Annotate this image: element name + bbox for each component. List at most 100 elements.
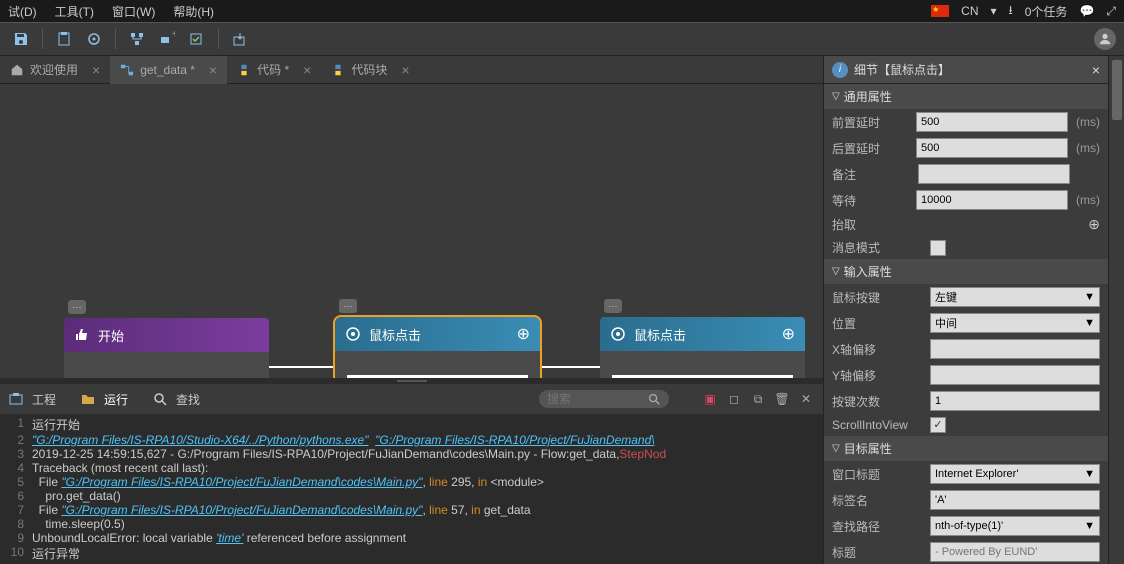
refresh-button[interactable]: [81, 26, 107, 52]
count-label: 按键次数: [832, 393, 922, 410]
xoff-label: X轴偏移: [832, 341, 922, 358]
svg-text:+: +: [172, 31, 175, 40]
python-icon: [331, 63, 345, 77]
search-input-wrapper: [539, 390, 669, 408]
validate-button[interactable]: [184, 26, 210, 52]
paste-button[interactable]: [51, 26, 77, 52]
flag-icon: [931, 5, 949, 17]
menu-help[interactable]: 帮助(H): [173, 3, 214, 20]
window-title-label: 窗口标题: [832, 466, 922, 483]
title-input[interactable]: [930, 542, 1100, 562]
filter-button[interactable]: ▣: [701, 390, 719, 408]
crosshair-icon[interactable]: ⊕: [1088, 216, 1100, 233]
pre-delay-input[interactable]: [916, 112, 1068, 132]
menu-debug[interactable]: 试(D): [8, 3, 37, 20]
flow-canvas[interactable]: ⋯ 开始 ⋯ 鼠标点击 ⊕ 需求管理: [0, 84, 823, 378]
project-icon: [8, 391, 24, 407]
search-icon[interactable]: [647, 392, 661, 406]
comment-icon[interactable]: 💬: [1079, 4, 1094, 18]
close-panel-button[interactable]: ✕: [797, 390, 815, 408]
home-icon: [10, 63, 24, 77]
tag-label: 标签名: [832, 492, 922, 509]
ms-unit: (ms): [1076, 193, 1100, 207]
folder-icon: [80, 391, 96, 407]
node-action-button[interactable]: 需求管理: [612, 375, 793, 378]
scroll-checkbox[interactable]: [930, 417, 946, 433]
close-icon[interactable]: ×: [92, 62, 100, 78]
node-action-button[interactable]: 需求管理 ›: [347, 375, 528, 378]
pre-delay-label: 前置延时: [832, 114, 908, 131]
save-button[interactable]: [8, 26, 34, 52]
add-node-button[interactable]: +: [154, 26, 180, 52]
vertical-scrollbar[interactable]: [1108, 56, 1124, 564]
stop-button[interactable]: ◻: [725, 390, 743, 408]
yoff-input[interactable]: [930, 365, 1100, 385]
section-input[interactable]: 输入属性: [824, 259, 1108, 284]
lang-label[interactable]: CN: [961, 4, 978, 18]
path-select[interactable]: nth-of-type(1)'▼: [930, 516, 1100, 536]
node-click-1[interactable]: ⋯ 鼠标点击 ⊕ 需求管理 ›: [335, 317, 540, 378]
target-icon: [345, 326, 361, 342]
node-start[interactable]: ⋯ 开始: [64, 318, 269, 378]
export-button[interactable]: [227, 26, 253, 52]
download-icon[interactable]: ⭳: [1009, 1, 1013, 22]
post-delay-input[interactable]: [916, 138, 1068, 158]
tab-welcome[interactable]: 欢迎使用 ×: [0, 56, 110, 84]
node-start-label: 开始: [98, 326, 124, 345]
msg-mode-label: 消息模式: [832, 239, 922, 256]
close-icon[interactable]: ×: [303, 62, 311, 78]
count-input[interactable]: [930, 391, 1100, 411]
console-output[interactable]: 1运行开始2"G:/Program Files/IS-RPA10/Studio-…: [0, 414, 823, 564]
pick-label: 抬取: [832, 216, 922, 233]
menu-window[interactable]: 窗口(W): [112, 3, 155, 20]
menubar: 试(D) 工具(T) 窗口(W) 帮助(H) CN ▾ ⭳ 0个任务 💬 ⤢: [0, 0, 1124, 22]
button-select[interactable]: 左键▼: [930, 287, 1100, 307]
node-click-2[interactable]: ⋯ 鼠标点击 ⊕ 需求管理: [600, 317, 805, 378]
user-avatar[interactable]: [1094, 28, 1116, 50]
properties-panel: i 细节【鼠标点击】 × 通用属性 前置延时 (ms) 后置延时 (ms) 备注: [823, 56, 1108, 564]
close-icon[interactable]: ×: [401, 62, 409, 78]
scroll-label: ScrollIntoView: [832, 418, 922, 432]
bottom-panel: 工程 运行 查找 ▣ ◻ ⧉ 🗑: [0, 384, 823, 564]
plus-icon[interactable]: ⊕: [782, 324, 795, 344]
layout-button[interactable]: [124, 26, 150, 52]
tab-code[interactable]: 代码 * ×: [227, 56, 321, 84]
position-select[interactable]: 中间▼: [930, 313, 1100, 333]
wait-label: 等待: [832, 192, 908, 209]
ms-unit: (ms): [1076, 115, 1100, 129]
window-title-select[interactable]: Internet Explorer'▼: [930, 464, 1100, 484]
ms-unit: (ms): [1076, 141, 1100, 155]
yoff-label: Y轴偏移: [832, 367, 922, 384]
wait-input[interactable]: [916, 190, 1068, 210]
tab-codeblock[interactable]: 代码块 ×: [321, 56, 419, 84]
chevron-down-icon[interactable]: ▾: [991, 4, 997, 18]
tab-getdata[interactable]: get_data * ×: [110, 56, 227, 84]
copy-button[interactable]: ⧉: [749, 390, 767, 408]
close-panel-icon[interactable]: ×: [1092, 62, 1100, 78]
panel-title: 细节【鼠标点击】: [854, 61, 950, 78]
section-general[interactable]: 通用属性: [824, 84, 1108, 109]
xoff-input[interactable]: [930, 339, 1100, 359]
search-input[interactable]: [547, 392, 647, 406]
menu-tools[interactable]: 工具(T): [55, 3, 94, 20]
node-tag-icon: ⋯: [604, 299, 622, 313]
section-target[interactable]: 目标属性: [824, 436, 1108, 461]
close-icon[interactable]: ×: [209, 62, 217, 78]
search-icon: [152, 391, 168, 407]
tag-input[interactable]: [930, 490, 1100, 510]
clear-button[interactable]: 🗑: [773, 390, 791, 408]
tab-run[interactable]: 运行: [80, 391, 128, 408]
post-delay-label: 后置延时: [832, 140, 908, 157]
python-icon: [237, 63, 251, 77]
thumb-icon: [74, 327, 90, 343]
plus-icon[interactable]: ⊕: [517, 324, 530, 344]
remark-input[interactable]: [918, 164, 1070, 184]
msg-mode-checkbox[interactable]: [930, 240, 946, 256]
expand-icon[interactable]: ⤢: [1106, 4, 1116, 19]
toolbar: +: [0, 22, 1124, 56]
target-icon: [610, 326, 626, 342]
tab-project[interactable]: 工程: [8, 391, 56, 408]
tab-find[interactable]: 查找: [152, 391, 200, 408]
node-tag-icon: ⋯: [339, 299, 357, 313]
tasks-label[interactable]: 0个任务: [1025, 3, 1068, 20]
